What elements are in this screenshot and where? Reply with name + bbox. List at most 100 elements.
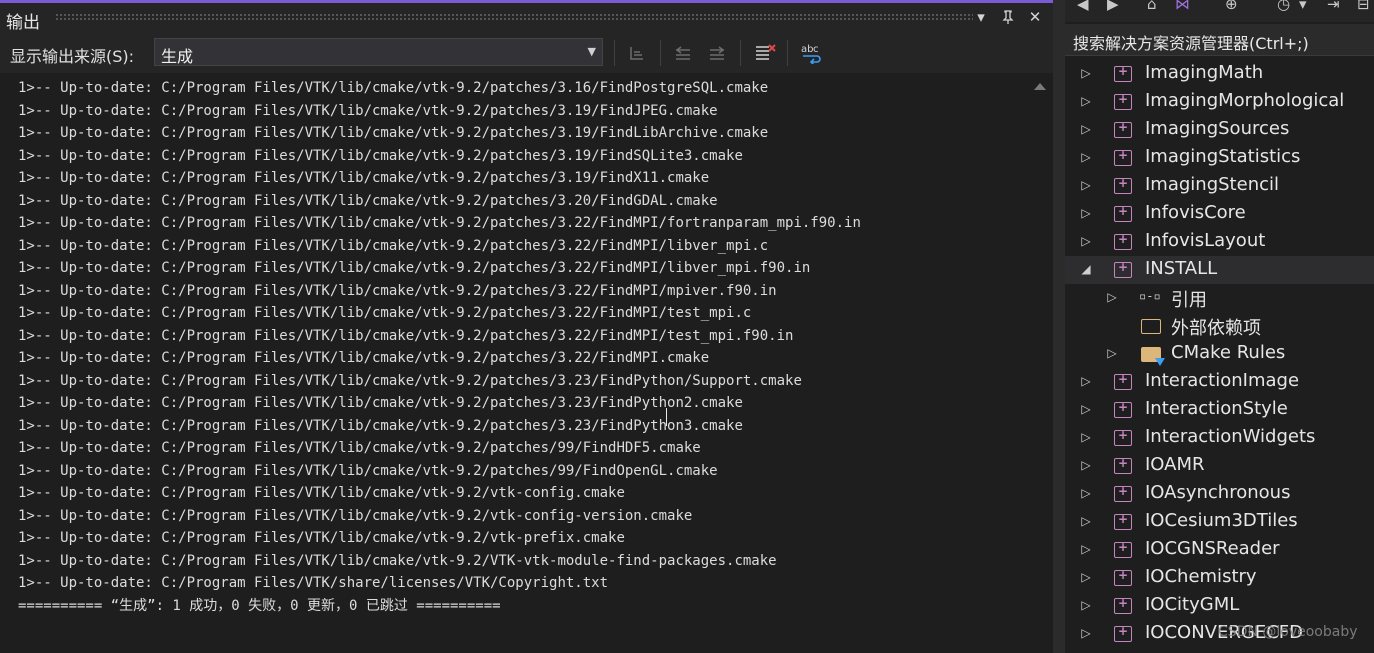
- project-icon: [1114, 64, 1132, 82]
- project-icon: [1114, 204, 1132, 222]
- log-line: 1>-- Up-to-date: C:/Program Files/VTK/li…: [18, 170, 710, 186]
- expand-arrow-icon[interactable]: ▷: [1079, 514, 1093, 528]
- tree-item[interactable]: ▷ IOCesium3DTiles: [1065, 508, 1374, 536]
- tree-item[interactable]: ▷ InteractionWidgets: [1065, 424, 1374, 452]
- tree-item[interactable]: ▷ ▫-▫ 引用: [1065, 284, 1374, 312]
- output-panel: 输出 ▾ ✕ 显示输出来源(S): 生成 ▼ ab c 1>-- Up-to-d…: [0, 0, 1053, 653]
- project-icon: [1114, 120, 1132, 138]
- clear-all-icon[interactable]: [752, 40, 778, 66]
- expanded-arrow-icon[interactable]: ◢: [1079, 262, 1093, 276]
- tree-item-label: 引用: [1171, 290, 1207, 311]
- tree-item-label: INSTALL: [1145, 258, 1218, 279]
- home-icon[interactable]: ⌂: [1147, 0, 1157, 13]
- output-text-area[interactable]: 1>-- Up-to-date: C:/Program Files/VTK/li…: [0, 73, 1025, 653]
- previous-message-icon[interactable]: [670, 40, 696, 66]
- tree-item[interactable]: ▷ ImagingStatistics: [1065, 144, 1374, 172]
- forward-icon[interactable]: ▶: [1107, 0, 1119, 13]
- tree-item[interactable]: ▷ IOAMR: [1065, 452, 1374, 480]
- expand-arrow-icon[interactable]: ▷: [1079, 626, 1093, 640]
- tree-item-label: ImagingStencil: [1145, 174, 1279, 195]
- expand-arrow-icon[interactable]: ▷: [1079, 458, 1093, 472]
- tree-item[interactable]: ▷ ImagingMorphological: [1065, 88, 1374, 116]
- expand-arrow-icon[interactable]: ▷: [1079, 430, 1093, 444]
- collapse-all-icon[interactable]: ⊟: [1357, 0, 1370, 13]
- tree-item[interactable]: ▷ IOCityGML: [1065, 592, 1374, 620]
- pending-changes-icon[interactable]: ◷: [1277, 0, 1290, 13]
- expand-arrow-icon[interactable]: ▷: [1079, 542, 1093, 556]
- expand-arrow-icon[interactable]: ▷: [1079, 122, 1093, 136]
- solution-search-input[interactable]: 搜索解决方案资源管理器(Ctrl+;): [1065, 24, 1374, 56]
- text-caret: [666, 408, 667, 426]
- project-icon: [1114, 596, 1132, 614]
- log-line: 1>-- Up-to-date: C:/Program Files/VTK/li…: [18, 507, 693, 524]
- panel-splitter[interactable]: [1053, 0, 1065, 653]
- tree-item[interactable]: ▷ InteractionImage: [1065, 368, 1374, 396]
- tree-item[interactable]: ▷ ImagingMath: [1065, 60, 1374, 88]
- expand-arrow-icon[interactable]: ▷: [1079, 374, 1093, 388]
- tree-item-label: InteractionImage: [1145, 370, 1300, 391]
- pin-icon[interactable]: [997, 6, 1019, 28]
- expand-arrow-icon[interactable]: ▷: [1079, 486, 1093, 500]
- project-icon: [1114, 400, 1132, 418]
- log-line: 1>-- Up-to-date: C:/Program Files/VTK/li…: [18, 305, 752, 321]
- back-icon[interactable]: ◀: [1077, 0, 1089, 13]
- chevron-down-icon[interactable]: ▾: [970, 6, 992, 28]
- log-line: 1>-- Up-to-date: C:/Program Files/VTK/li…: [18, 125, 769, 141]
- output-source-select[interactable]: 生成 ▼: [154, 38, 603, 66]
- tree-item[interactable]: ◢ INSTALL: [1065, 256, 1374, 284]
- close-icon[interactable]: ✕: [1024, 6, 1046, 28]
- expand-arrow-icon[interactable]: ▷: [1079, 150, 1093, 164]
- show-all-files-icon[interactable]: ⊕: [1225, 0, 1238, 13]
- vertical-scrollbar[interactable]: [1025, 73, 1053, 653]
- log-line: 1>-- Up-to-date: C:/Program Files/VTK/li…: [18, 282, 777, 299]
- tree-item[interactable]: ▷ IOChemistry: [1065, 564, 1374, 592]
- filter-icon: [1155, 358, 1165, 366]
- next-message-icon[interactable]: [704, 40, 730, 66]
- tree-item[interactable]: ▷ InteractionStyle: [1065, 396, 1374, 424]
- log-line: 1>-- Up-to-date: C:/Program Files/VTK/li…: [18, 395, 743, 411]
- sync-icon[interactable]: ⇥: [1327, 0, 1340, 13]
- tree-item-label: CMake Rules: [1171, 342, 1286, 363]
- log-line: 1>-- Up-to-date: C:/Program Files/VTK/li…: [18, 147, 743, 164]
- expand-arrow-icon[interactable]: ▷: [1079, 402, 1093, 416]
- svg-text:c: c: [813, 44, 819, 55]
- expand-arrow-icon[interactable]: ▷: [1105, 290, 1119, 304]
- tree-item[interactable]: ▷ ImagingSources: [1065, 116, 1374, 144]
- log-line: 1>-- Up-to-date: C:/Program Files/VTK/li…: [18, 372, 802, 389]
- project-icon: [1114, 484, 1132, 502]
- word-wrap-icon[interactable]: ab c: [799, 40, 825, 66]
- scroll-up-icon[interactable]: [1034, 83, 1046, 90]
- project-icon: [1114, 428, 1132, 446]
- log-line: 1>-- Up-to-date: C:/Program Files/VTK/sh…: [18, 575, 609, 591]
- project-icon: [1114, 232, 1132, 250]
- tree-item[interactable]: ▷ IOAsynchronous: [1065, 480, 1374, 508]
- tree-item[interactable]: ▷ IOCGNSReader: [1065, 536, 1374, 564]
- project-icon: [1114, 148, 1132, 166]
- expand-arrow-icon[interactable]: ▷: [1079, 598, 1093, 612]
- log-line: 1>-- Up-to-date: C:/Program Files/VTK/li…: [18, 417, 743, 434]
- expand-arrow-icon[interactable]: ▷: [1079, 570, 1093, 584]
- expand-arrow-icon[interactable]: ▷: [1079, 234, 1093, 248]
- tree-item[interactable]: ▷ CMake Rules: [1065, 340, 1374, 368]
- tree-item[interactable]: ▷ InfovisLayout: [1065, 228, 1374, 256]
- chevron-down-icon[interactable]: ▾: [1299, 0, 1307, 13]
- log-line: 1>-- Up-to-date: C:/Program Files/VTK/li…: [18, 237, 769, 254]
- expand-arrow-icon[interactable]: ▷: [1079, 66, 1093, 80]
- output-log: 1>-- Up-to-date: C:/Program Files/VTK/li…: [18, 77, 861, 617]
- expand-arrow-icon[interactable]: ▷: [1105, 346, 1119, 360]
- vs-switch-view-icon[interactable]: ⋈: [1175, 0, 1190, 13]
- tree-item[interactable]: 外部依赖项: [1065, 312, 1374, 340]
- output-source-value: 生成: [161, 47, 194, 66]
- expand-arrow-icon[interactable]: ▷: [1079, 206, 1093, 220]
- project-icon: [1114, 456, 1132, 474]
- log-line: 1>-- Up-to-date: C:/Program Files/VTK/li…: [18, 350, 710, 366]
- expand-arrow-icon[interactable]: ▷: [1079, 178, 1093, 192]
- title-grip[interactable]: [55, 13, 973, 21]
- expand-arrow-icon[interactable]: ▷: [1079, 94, 1093, 108]
- tree-item[interactable]: ▷ InfovisCore: [1065, 200, 1374, 228]
- find-message-icon[interactable]: [624, 40, 650, 66]
- log-line: 1>-- Up-to-date: C:/Program Files/VTK/li…: [18, 215, 861, 231]
- tree-item-label: ImagingMorphological: [1145, 90, 1345, 111]
- tree-item-label: IOChemistry: [1145, 566, 1257, 587]
- tree-item[interactable]: ▷ ImagingStencil: [1065, 172, 1374, 200]
